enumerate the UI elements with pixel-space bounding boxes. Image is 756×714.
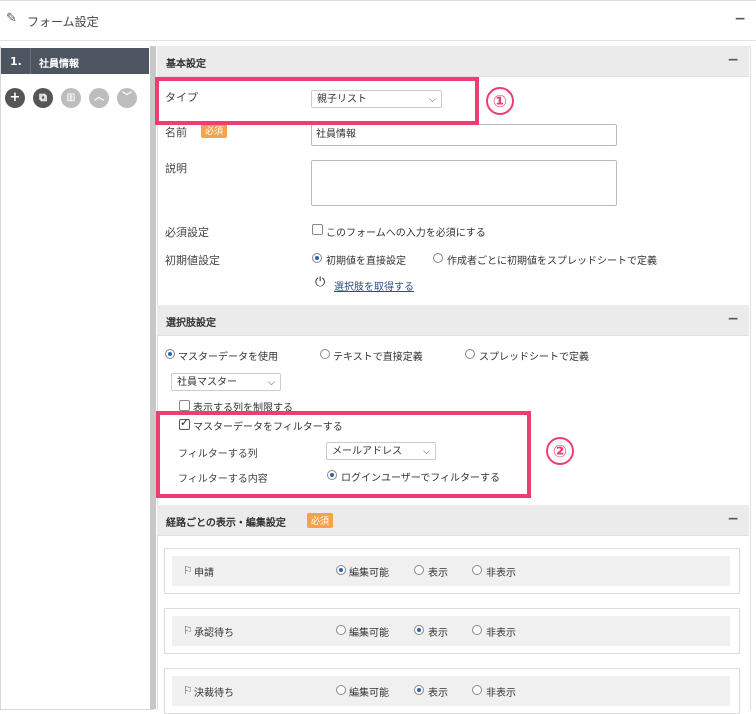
chevron-down-icon[interactable]: ﹀ (117, 88, 137, 108)
show-label: 表示 (428, 568, 448, 579)
annotation-marker-1: ① (486, 87, 514, 115)
editable-radio[interactable] (336, 625, 346, 635)
text-define-radio[interactable] (320, 349, 330, 359)
copy-icon[interactable]: ⧉ (33, 88, 53, 108)
text-define-label: テキストで直接定義 (333, 352, 423, 363)
spreadsheet-define-radio[interactable] (465, 349, 475, 359)
scrollbar[interactable] (150, 46, 156, 709)
section-title: 経路ごとの表示・編集設定 (166, 518, 286, 529)
required-checkbox[interactable] (312, 224, 323, 235)
route-settings-header: 経路ごとの表示・編集設定 必須 − (157, 505, 749, 536)
show-radio[interactable] (414, 565, 424, 575)
editable-radio[interactable] (336, 685, 346, 695)
route-row: ⚐ 決裁待ち 編集可能 表示 非表示 (172, 676, 730, 706)
hide-label: 非表示 (486, 568, 516, 579)
flag-icon: ⚐ (183, 624, 193, 637)
pencil-icon: ✎ (6, 11, 17, 26)
collapse-icon[interactable]: − (734, 11, 746, 27)
power-icon: ⏻ (315, 275, 326, 290)
show-radio[interactable] (414, 625, 424, 635)
page-title: フォーム設定 (27, 15, 99, 29)
description-label: 説明 (165, 162, 187, 175)
spreadsheet-define-label: スプレッドシートで定義 (479, 352, 589, 363)
plus-icon[interactable]: + (5, 88, 25, 108)
step-list-panel (0, 46, 154, 710)
name-label: 名前 (165, 126, 187, 139)
name-input[interactable]: 社員情報 (311, 124, 617, 146)
chevron-up-icon[interactable]: ︿ (89, 88, 109, 108)
route-stage: ⚐ 承認待ち 編集可能 表示 非表示 (164, 608, 740, 654)
collapse-icon[interactable]: − (727, 52, 739, 68)
section-title: 選択肢設定 (166, 318, 216, 329)
initial-direct-radio[interactable] (312, 253, 322, 263)
hide-radio[interactable] (472, 565, 482, 575)
show-label: 表示 (428, 688, 448, 699)
initial-value-label: 初期値設定 (165, 254, 220, 267)
master-data-radio[interactable] (165, 349, 175, 359)
editable-radio[interactable] (336, 565, 346, 575)
route-stage: ⚐ 申請 編集可能 表示 非表示 (164, 548, 740, 594)
annotation-marker-2: ② (546, 437, 574, 465)
required-setting-label: 必須設定 (165, 226, 209, 239)
stage-name: 決裁待ち (194, 688, 234, 699)
editable-label: 編集可能 (349, 568, 389, 579)
hide-radio[interactable] (472, 685, 482, 695)
flag-icon: ⚐ (183, 564, 193, 577)
limit-columns-checkbox[interactable] (179, 400, 190, 411)
initial-spreadsheet-radio[interactable] (433, 253, 443, 263)
route-row: ⚐ 承認待ち 編集可能 表示 非表示 (172, 616, 730, 646)
initial-spreadsheet-label: 作成者ごとに初期値をスプレッドシートで定義 (447, 256, 657, 267)
master-data-label: マスターデータを使用 (178, 352, 278, 363)
show-label: 表示 (428, 628, 448, 639)
required-checkbox-label: このフォームへの入力を必須にする (326, 228, 486, 239)
master-select[interactable]: 社員マスター ⌵ (171, 373, 281, 391)
required-badge: 必須 (307, 513, 334, 528)
collapse-icon[interactable]: − (727, 311, 739, 327)
route-row: ⚐ 申請 編集可能 表示 非表示 (172, 556, 730, 586)
initial-direct-label: 初期値を直接設定 (326, 256, 406, 267)
stage-name: 申請 (194, 568, 214, 579)
chevron-down-icon: ⌵ (268, 378, 275, 388)
highlight-box-filter (156, 411, 531, 498)
master-select-value: 社員マスター (177, 377, 237, 388)
trash-icon[interactable]: ▥ (61, 88, 81, 108)
stage-name: 承認待ち (194, 628, 234, 639)
flag-icon: ⚐ (183, 684, 193, 697)
name-input-value: 社員情報 (316, 129, 356, 140)
section-title: 基本設定 (166, 59, 206, 70)
choices-settings-header: 選択肢設定 − (157, 305, 749, 336)
step-item[interactable]: 1. 社員情報 (1, 48, 149, 74)
route-stage: ⚐ 決裁待ち 編集可能 表示 非表示 (164, 668, 740, 714)
fetch-choices-link[interactable]: 選択肢を取得する (334, 278, 414, 293)
hide-radio[interactable] (472, 625, 482, 635)
step-name: 社員情報 (39, 59, 79, 70)
form-settings-header: ✎ フォーム設定 − (0, 0, 756, 41)
highlight-box-type (155, 77, 479, 125)
basic-settings-header: 基本設定 − (157, 46, 749, 77)
collapse-icon[interactable]: − (727, 511, 739, 527)
hide-label: 非表示 (486, 628, 516, 639)
step-number: 1. (10, 55, 22, 68)
editable-label: 編集可能 (349, 688, 389, 699)
show-radio[interactable] (414, 685, 424, 695)
divider (30, 48, 31, 74)
description-textarea[interactable] (311, 160, 617, 206)
required-badge: 必須 (201, 123, 228, 138)
editable-label: 編集可能 (349, 628, 389, 639)
hide-label: 非表示 (486, 688, 516, 699)
